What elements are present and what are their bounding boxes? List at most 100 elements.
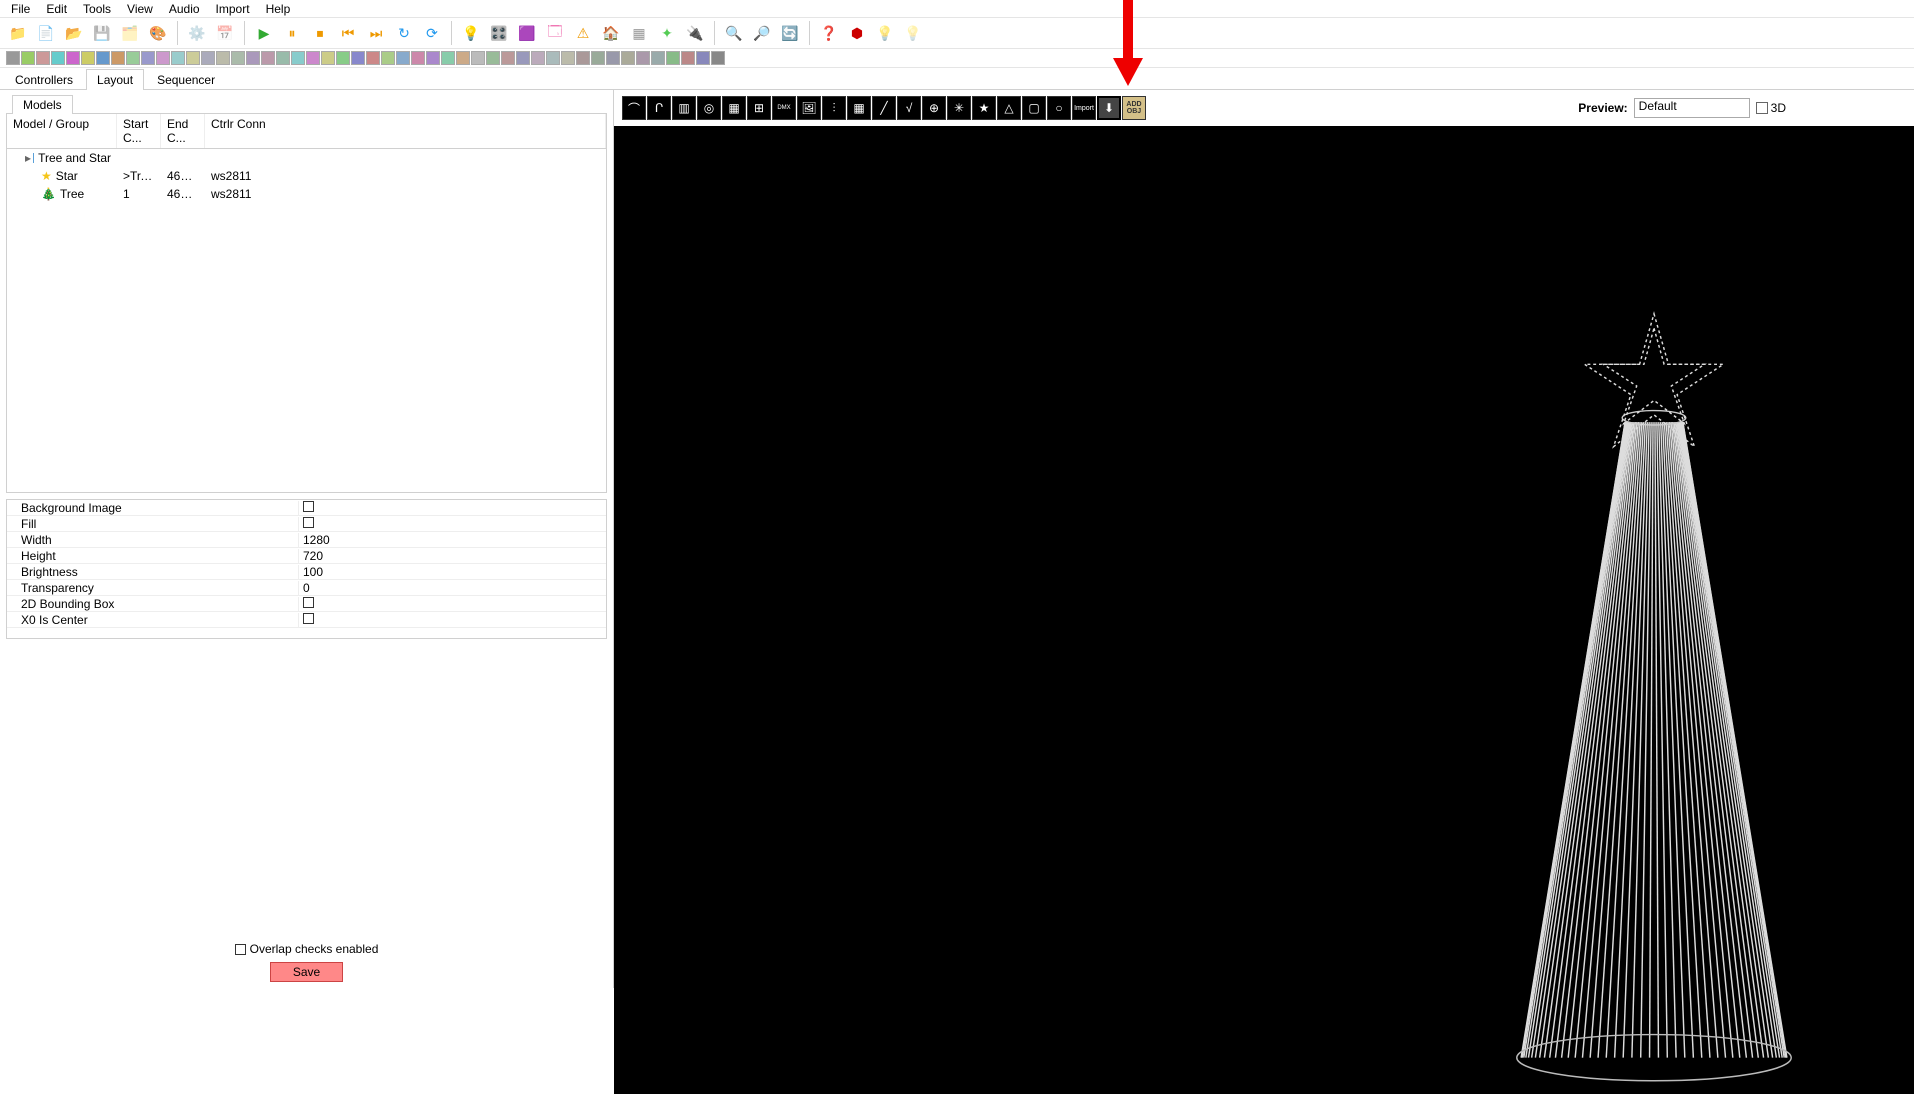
menu-edit[interactable]: Edit: [39, 1, 74, 17]
zoom-in-icon[interactable]: 🔍: [722, 21, 746, 45]
model-spinner-icon[interactable]: ✳: [947, 96, 971, 120]
model-candy-cane-icon[interactable]: Ր: [647, 96, 671, 120]
effect-swatch[interactable]: [141, 51, 155, 65]
col-ctrl[interactable]: Ctrlr Conn: [205, 114, 606, 148]
model-image-icon[interactable]: 🖼: [797, 96, 821, 120]
model-circle-icon[interactable]: ◎: [697, 96, 721, 120]
model-single-line-icon[interactable]: ╱: [872, 96, 896, 120]
property-grid[interactable]: Background Image Fill Width1280 Height72…: [6, 499, 607, 639]
tab-sequencer[interactable]: Sequencer: [146, 69, 226, 90]
stop-icon[interactable]: ⏹: [308, 21, 332, 45]
tab-controllers[interactable]: Controllers: [4, 69, 84, 90]
settings-icon[interactable]: ✦: [655, 21, 679, 45]
effect-swatch[interactable]: [291, 51, 305, 65]
render-all-icon[interactable]: ⚙️: [185, 21, 209, 45]
3d-checkbox-row[interactable]: 3D: [1756, 101, 1786, 115]
model-dmx-icon[interactable]: DMX: [772, 96, 796, 120]
layout-canvas[interactable]: [614, 126, 1914, 1094]
effect-swatch[interactable]: [441, 51, 455, 65]
effect-swatch[interactable]: [21, 51, 35, 65]
tree-item-tree[interactable]: 🎄Tree 1 46080 ws2811: [7, 185, 606, 203]
effect-swatch[interactable]: [36, 51, 50, 65]
tree-group[interactable]: ▸ Tree and Star: [7, 149, 606, 167]
menu-tools[interactable]: Tools: [76, 1, 118, 17]
bulb-off-icon[interactable]: 💡: [901, 21, 925, 45]
preview-dropdown[interactable]: Default: [1634, 98, 1750, 118]
play-icon[interactable]: ▶: [252, 21, 276, 45]
effect-swatch[interactable]: [426, 51, 440, 65]
expand-icon[interactable]: ▸: [25, 151, 31, 165]
menu-import[interactable]: Import: [209, 1, 257, 17]
effect-swatch[interactable]: [171, 51, 185, 65]
model-icicles-icon[interactable]: ⫶: [822, 96, 846, 120]
effect-swatch[interactable]: [621, 51, 635, 65]
bg-image-checkbox[interactable]: [303, 501, 314, 512]
effect-swatch[interactable]: [66, 51, 80, 65]
height-value[interactable]: 720: [299, 549, 606, 563]
open-folder-icon[interactable]: 📁: [6, 21, 30, 45]
effect-swatch[interactable]: [126, 51, 140, 65]
effect-swatch[interactable]: [696, 51, 710, 65]
convert-icon[interactable]: 🔄: [778, 21, 802, 45]
menu-view[interactable]: View: [120, 1, 160, 17]
zoom-out-icon[interactable]: 🔎: [750, 21, 774, 45]
overlap-checkbox[interactable]: [235, 944, 246, 955]
x0-checkbox[interactable]: [303, 613, 314, 624]
model-download-icon[interactable]: ⬇: [1097, 96, 1121, 120]
replay-icon[interactable]: ⟳: [420, 21, 444, 45]
effect-swatch[interactable]: [456, 51, 470, 65]
effect-swatch[interactable]: [156, 51, 170, 65]
schedule-icon[interactable]: 📅: [213, 21, 237, 45]
effect-swatch[interactable]: [201, 51, 215, 65]
model-channel-block-icon[interactable]: ▥: [672, 96, 696, 120]
transparency-value[interactable]: 0: [299, 581, 606, 595]
model-custom-icon[interactable]: ⊞: [747, 96, 771, 120]
effect-swatch[interactable]: [711, 51, 725, 65]
effect-swatch[interactable]: [606, 51, 620, 65]
menu-help[interactable]: Help: [259, 1, 298, 17]
stop-output-icon[interactable]: ⬢: [845, 21, 869, 45]
effect-swatch[interactable]: [81, 51, 95, 65]
effect-swatch[interactable]: [681, 51, 695, 65]
effect-swatch[interactable]: [561, 51, 575, 65]
model-tree-icon[interactable]: △: [997, 96, 1021, 120]
effect-swatch[interactable]: [531, 51, 545, 65]
effect-swatch[interactable]: [96, 51, 110, 65]
menu-audio[interactable]: Audio: [162, 1, 207, 17]
col-start[interactable]: Start C...: [117, 114, 161, 148]
save-sequence-icon[interactable]: 💾: [90, 21, 114, 45]
models-tree[interactable]: Model / Group Start C... End C... Ctrlr …: [6, 113, 607, 493]
model-sphere-icon[interactable]: ⊕: [922, 96, 946, 120]
effect-swatch[interactable]: [306, 51, 320, 65]
effect-swatch[interactable]: [591, 51, 605, 65]
effect-swatch[interactable]: [351, 51, 365, 65]
house-preview-icon[interactable]: 🏠: [599, 21, 623, 45]
colors-icon[interactable]: 🟪: [515, 21, 539, 45]
effect-swatch[interactable]: [336, 51, 350, 65]
effect-swatch[interactable]: [276, 51, 290, 65]
effect-swatch[interactable]: [51, 51, 65, 65]
save-as-icon[interactable]: 🗂️: [118, 21, 142, 45]
effect-swatch[interactable]: [666, 51, 680, 65]
brightness-value[interactable]: 100: [299, 565, 606, 579]
loop-icon[interactable]: ↻: [392, 21, 416, 45]
menu-file[interactable]: File: [4, 1, 37, 17]
fill-checkbox[interactable]: [303, 517, 314, 528]
forward-icon[interactable]: ⏭: [364, 21, 388, 45]
open-sequence-icon[interactable]: 📂: [62, 21, 86, 45]
effect-swatch[interactable]: [411, 51, 425, 65]
effect-swatch[interactable]: [231, 51, 245, 65]
rewind-icon[interactable]: ⏮: [336, 21, 360, 45]
lights-on-icon[interactable]: 💡: [459, 21, 483, 45]
overlap-checkbox-row[interactable]: Overlap checks enabled: [235, 942, 379, 956]
model-poly-line-icon[interactable]: √: [897, 96, 921, 120]
model-import-icon[interactable]: Import: [1072, 96, 1096, 120]
col-end[interactable]: End C...: [161, 114, 205, 148]
tab-layout[interactable]: Layout: [86, 69, 144, 90]
effect-swatch[interactable]: [636, 51, 650, 65]
effect-swatch[interactable]: [501, 51, 515, 65]
perspectives-icon[interactable]: ▦: [627, 21, 651, 45]
effect-swatch[interactable]: [6, 51, 20, 65]
save-button[interactable]: Save: [270, 962, 343, 982]
model-ring-icon[interactable]: ○: [1047, 96, 1071, 120]
